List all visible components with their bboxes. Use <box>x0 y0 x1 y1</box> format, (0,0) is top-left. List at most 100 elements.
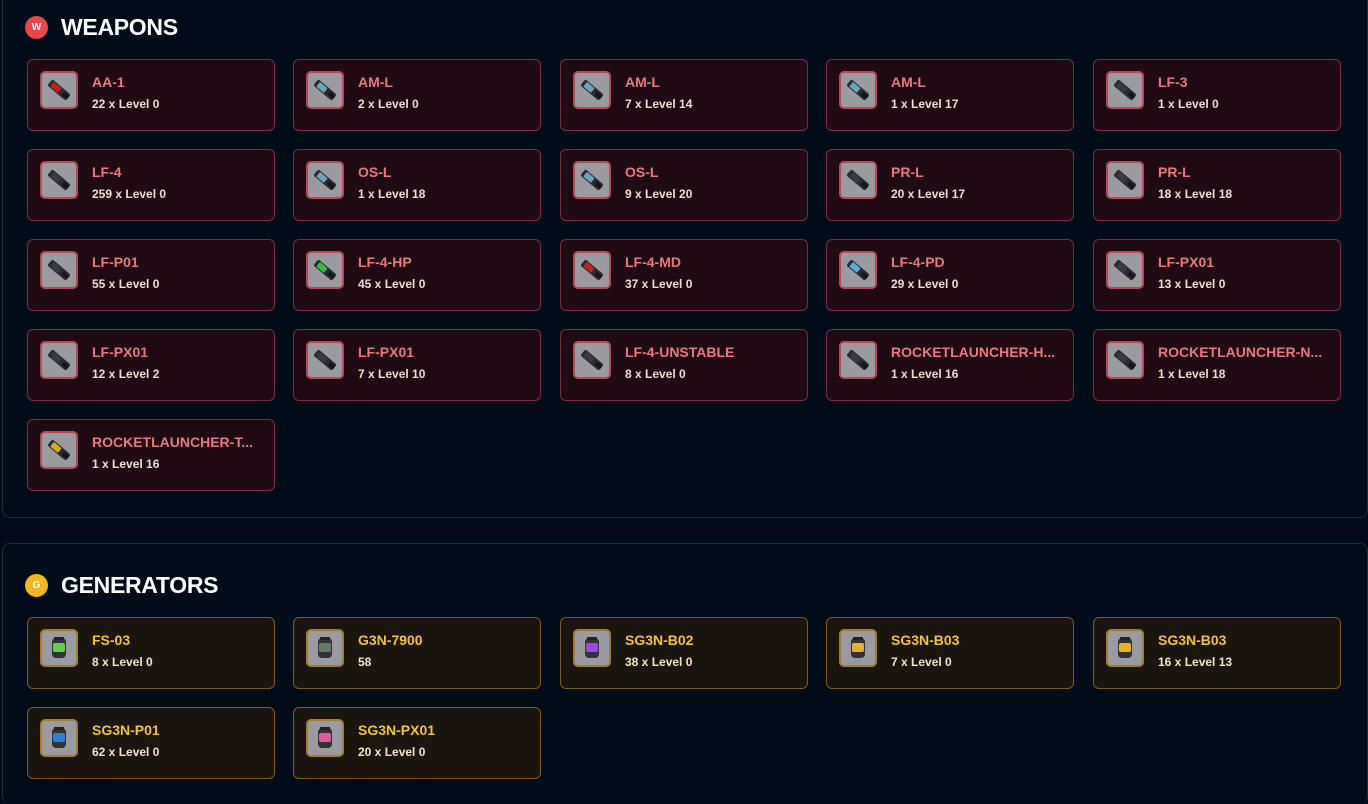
weapon-item-card[interactable]: LF-PX01 13 x Level 0 <box>1093 239 1341 311</box>
weapon-item-name: OS-L <box>625 164 659 180</box>
weapon-item-count: 9 x Level 20 <box>625 187 693 201</box>
laser-cannon-icon <box>40 341 78 379</box>
generators-header: G GENERATORS <box>25 572 218 599</box>
laser-cannon-icon <box>306 341 344 379</box>
weapon-item-count: 1 x Level 17 <box>891 97 959 111</box>
weapon-item-card[interactable]: LF-PX01 7 x Level 10 <box>293 329 541 401</box>
generator-item-card[interactable]: SG3N-P01 62 x Level 0 <box>27 707 275 779</box>
generator-item-card[interactable]: SG3N-B02 38 x Level 0 <box>560 617 808 689</box>
weapon-item-card[interactable]: AM-L 1 x Level 17 <box>826 59 1074 131</box>
weapon-item-count: 13 x Level 0 <box>1158 277 1226 291</box>
weapon-item-card[interactable]: LF-3 1 x Level 0 <box>1093 59 1341 131</box>
weapon-item-name: PR-L <box>891 164 924 180</box>
weapon-item-name: LF-3 <box>1158 74 1188 90</box>
generator-item-card[interactable]: SG3N-B03 16 x Level 13 <box>1093 617 1341 689</box>
weapon-item-card[interactable]: LF-P01 55 x Level 0 <box>27 239 275 311</box>
weapon-item-name: LF-4-PD <box>891 254 945 270</box>
weapon-item-card[interactable]: LF-4-PD 29 x Level 0 <box>826 239 1074 311</box>
weapon-item-count: 8 x Level 0 <box>625 367 686 381</box>
weapon-item-count: 12 x Level 2 <box>92 367 160 381</box>
weapon-item-card[interactable]: LF-PX01 12 x Level 2 <box>27 329 275 401</box>
weapon-item-count: 2 x Level 0 <box>358 97 419 111</box>
generator-item-card[interactable]: SG3N-PX01 20 x Level 0 <box>293 707 541 779</box>
pink-shield-generator-icon <box>306 719 344 757</box>
weapon-item-card[interactable]: AM-L 7 x Level 14 <box>560 59 808 131</box>
weapon-item-name: LF-PX01 <box>1158 254 1215 270</box>
generator-item-card[interactable]: SG3N-B03 7 x Level 0 <box>826 617 1074 689</box>
gold-shield-generator-icon <box>839 629 877 667</box>
weapon-item-name: LF-PX01 <box>92 344 149 360</box>
laser-cannon-icon <box>1106 71 1144 109</box>
laser-gun-icon <box>306 71 344 109</box>
weapon-item-card[interactable]: PR-L 18 x Level 18 <box>1093 149 1341 221</box>
generator-item-count: 58 <box>358 655 372 669</box>
weapon-item-count: 1 x Level 0 <box>1158 97 1219 111</box>
weapon-item-count: 37 x Level 0 <box>625 277 693 291</box>
rocket-launcher-icon <box>839 341 877 379</box>
laser-cannon-icon <box>40 251 78 289</box>
weapon-item-card[interactable]: OS-L 9 x Level 20 <box>560 149 808 221</box>
weapon-item-name: LF-PX01 <box>358 344 415 360</box>
dark-laser-cannon-icon <box>573 341 611 379</box>
weapon-item-count: 55 x Level 0 <box>92 277 160 291</box>
generator-item-count: 62 x Level 0 <box>92 745 160 759</box>
weapon-item-name: OS-L <box>358 164 392 180</box>
laser-gun-icon <box>573 71 611 109</box>
weapon-item-card[interactable]: AM-L 2 x Level 0 <box>293 59 541 131</box>
weapon-item-card[interactable]: LF-4-HP 45 x Level 0 <box>293 239 541 311</box>
red-blade-weapon-icon <box>40 71 78 109</box>
generator-item-name: FS-03 <box>92 632 131 648</box>
weapon-item-name: LF-4-UNSTABLE <box>625 344 735 360</box>
dark-claw-weapon-icon <box>1106 161 1144 199</box>
dark-claw-weapon-icon <box>839 161 877 199</box>
weapon-item-name: PR-L <box>1158 164 1191 180</box>
weapons-badge-icon: W <box>25 16 48 39</box>
rocket-launcher-icon <box>1106 341 1144 379</box>
weapon-item-card[interactable]: LF-4 259 x Level 0 <box>27 149 275 221</box>
generator-item-card[interactable]: G3N-7900 58 <box>293 617 541 689</box>
weapon-item-card[interactable]: PR-L 20 x Level 17 <box>826 149 1074 221</box>
weapon-item-name: AM-L <box>891 74 926 90</box>
generator-item-count: 8 x Level 0 <box>92 655 153 669</box>
long-barrel-gun-icon <box>573 161 611 199</box>
generator-item-name: SG3N-PX01 <box>358 722 436 738</box>
weapon-item-name: LF-4-MD <box>625 254 681 270</box>
weapon-item-card[interactable]: OS-L 1 x Level 18 <box>293 149 541 221</box>
weapon-item-name: LF-P01 <box>92 254 139 270</box>
green-generator-icon <box>40 629 78 667</box>
weapon-item-card[interactable]: ROCKETLAUNCHER-H... 1 x Level 16 <box>826 329 1074 401</box>
weapon-item-name: ROCKETLAUNCHER-H... <box>891 344 1056 360</box>
weapon-item-name: AA-1 <box>92 74 125 90</box>
weapon-item-card[interactable]: LF-4-UNSTABLE 8 x Level 0 <box>560 329 808 401</box>
weapon-item-count: 7 x Level 10 <box>358 367 426 381</box>
generators-badge-icon: G <box>25 574 48 597</box>
red-laser-cannon-icon <box>573 251 611 289</box>
laser-cannon-icon <box>1106 251 1144 289</box>
weapon-item-count: 7 x Level 14 <box>625 97 693 111</box>
generator-item-count: 38 x Level 0 <box>625 655 693 669</box>
weapon-item-count: 29 x Level 0 <box>891 277 959 291</box>
gold-rocket-launcher-icon <box>40 431 78 469</box>
laser-gun-icon <box>839 71 877 109</box>
weapon-item-card[interactable]: AA-1 22 x Level 0 <box>27 59 275 131</box>
weapon-item-count: 1 x Level 18 <box>1158 367 1226 381</box>
generator-item-count: 20 x Level 0 <box>358 745 426 759</box>
blue-shield-generator-icon <box>40 719 78 757</box>
gray-generator-icon <box>306 629 344 667</box>
weapon-item-count: 259 x Level 0 <box>92 187 167 201</box>
purple-shield-generator-icon <box>573 629 611 667</box>
weapon-item-card[interactable]: LF-4-MD 37 x Level 0 <box>560 239 808 311</box>
generator-item-count: 16 x Level 13 <box>1158 655 1233 669</box>
generator-item-name: SG3N-P01 <box>92 722 160 738</box>
weapon-item-card[interactable]: ROCKETLAUNCHER-T... 1 x Level 16 <box>27 419 275 491</box>
weapon-item-count: 20 x Level 17 <box>891 187 966 201</box>
weapon-item-count: 1 x Level 16 <box>891 367 959 381</box>
weapon-item-count: 1 x Level 18 <box>358 187 426 201</box>
weapon-item-name: ROCKETLAUNCHER-T... <box>92 434 253 450</box>
generator-item-name: SG3N-B02 <box>625 632 694 648</box>
generator-item-name: G3N-7900 <box>358 632 423 648</box>
weapon-item-card[interactable]: ROCKETLAUNCHER-N... 1 x Level 18 <box>1093 329 1341 401</box>
weapon-item-count: 45 x Level 0 <box>358 277 426 291</box>
generator-item-card[interactable]: FS-03 8 x Level 0 <box>27 617 275 689</box>
weapons-title: WEAPONS <box>61 14 178 40</box>
